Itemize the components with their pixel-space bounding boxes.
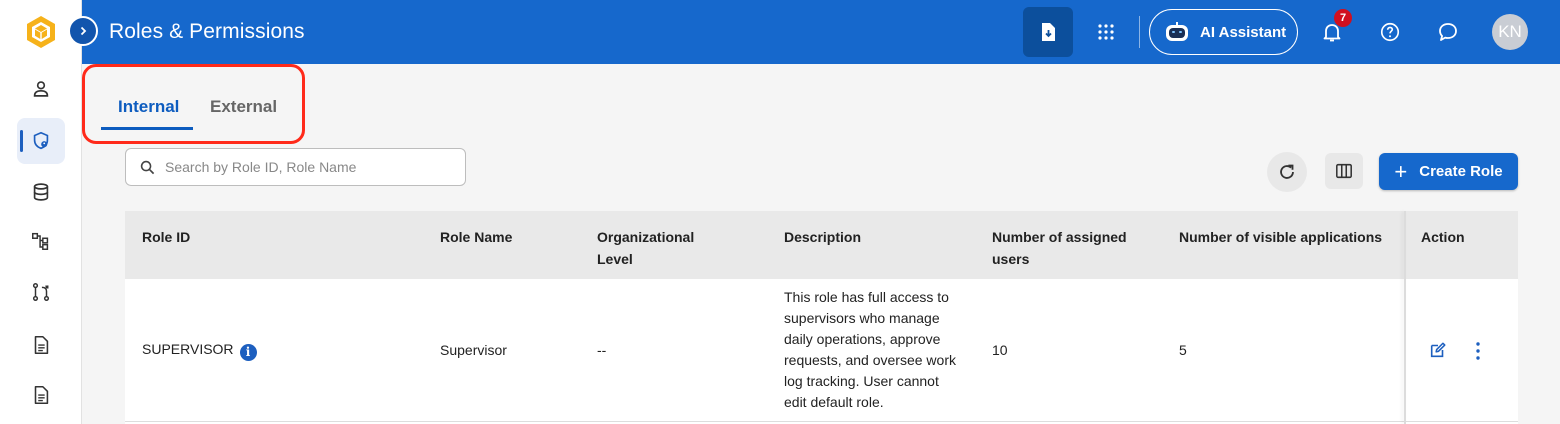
tab-external[interactable]: External <box>210 97 277 117</box>
cell-description: This role has full access to supervisors… <box>784 289 956 410</box>
search-icon <box>140 160 155 174</box>
notification-badge: 7 <box>1334 9 1352 27</box>
chevron-right-icon <box>80 26 87 36</box>
toolbar-divider <box>1139 16 1140 48</box>
download-icon <box>1042 23 1055 41</box>
sidebar-item-users[interactable] <box>17 66 65 112</box>
refresh-icon <box>1280 164 1294 179</box>
refresh-button[interactable] <box>1267 152 1307 192</box>
cell-org-level: -- <box>597 342 607 358</box>
download-button[interactable] <box>1023 7 1073 57</box>
sidebar-item-roles[interactable] <box>17 118 65 164</box>
apps-grid-button[interactable] <box>1092 18 1120 46</box>
shield-user-icon <box>33 131 49 150</box>
info-icon[interactable]: i <box>239 344 257 361</box>
ai-assistant-button[interactable]: AI Assistant <box>1149 9 1298 55</box>
edit-button[interactable] <box>1429 341 1447 364</box>
active-tab-indicator <box>101 127 193 130</box>
edit-icon <box>1430 342 1446 358</box>
git-compare-icon <box>32 283 50 301</box>
create-role-button[interactable]: + Create Role <box>1379 153 1518 190</box>
column-header-description[interactable]: Description <box>784 226 861 248</box>
ai-assistant-label: AI Assistant <box>1200 23 1287 41</box>
plus-icon: + <box>1394 158 1408 184</box>
more-vertical-icon <box>1476 342 1480 360</box>
column-header-role-name[interactable]: Role Name <box>440 226 512 248</box>
sidebar-item-data[interactable] <box>17 169 65 215</box>
sidebar-item-hierarchy[interactable] <box>17 218 65 264</box>
document-icon <box>34 335 49 355</box>
search-box[interactable] <box>125 148 466 186</box>
cell-visible-apps: 5 <box>1179 342 1187 358</box>
tab-internal[interactable]: Internal <box>118 97 179 117</box>
columns-button[interactable] <box>1325 153 1363 189</box>
apps-grid-icon <box>1098 24 1114 40</box>
avatar[interactable]: KN <box>1492 14 1528 50</box>
document-icon <box>34 385 49 405</box>
help-button[interactable] <box>1376 18 1404 46</box>
top-bar: Roles & Permissions AI Assistant 7 KN <box>82 0 1560 64</box>
page-title: Roles & Permissions <box>109 20 305 43</box>
roles-table: Role ID Role Name Organizational Level D… <box>125 211 1518 424</box>
expand-sidebar-button[interactable] <box>68 16 98 46</box>
column-header-org-level[interactable]: Organizational Level <box>597 226 717 270</box>
sidebar-item-reports[interactable] <box>17 372 65 418</box>
side-nav <box>0 0 82 424</box>
hierarchy-icon <box>32 232 49 250</box>
sidebar-item-workflows[interactable] <box>17 269 65 315</box>
cell-assigned-users: 10 <box>992 342 1008 358</box>
search-input[interactable] <box>165 159 445 175</box>
columns-icon <box>1336 163 1352 179</box>
more-options-button[interactable] <box>1473 341 1483 366</box>
app-logo-icon[interactable] <box>25 14 57 50</box>
row-divider <box>125 421 1518 422</box>
chat-icon <box>1439 23 1457 41</box>
robot-icon <box>1166 22 1188 41</box>
cell-role-name: Supervisor <box>440 342 507 358</box>
table-header: Role ID Role Name Organizational Level D… <box>125 211 1518 279</box>
chat-button[interactable] <box>1434 18 1462 46</box>
column-header-visible-apps[interactable]: Number of visible applications <box>1179 226 1382 248</box>
database-icon <box>33 183 49 201</box>
user-icon <box>33 81 49 97</box>
cell-role-id: SUPERVISOR i <box>142 339 257 361</box>
column-header-role-id[interactable]: Role ID <box>142 226 190 248</box>
sidebar-item-documents[interactable] <box>17 322 65 368</box>
column-header-assigned-users[interactable]: Number of assigned users <box>992 226 1142 270</box>
create-role-label: Create Role <box>1419 163 1503 180</box>
column-header-action: Action <box>1421 229 1465 245</box>
role-id-value: SUPERVISOR <box>142 341 234 357</box>
action-column-divider <box>1404 211 1406 424</box>
help-icon <box>1380 22 1400 42</box>
